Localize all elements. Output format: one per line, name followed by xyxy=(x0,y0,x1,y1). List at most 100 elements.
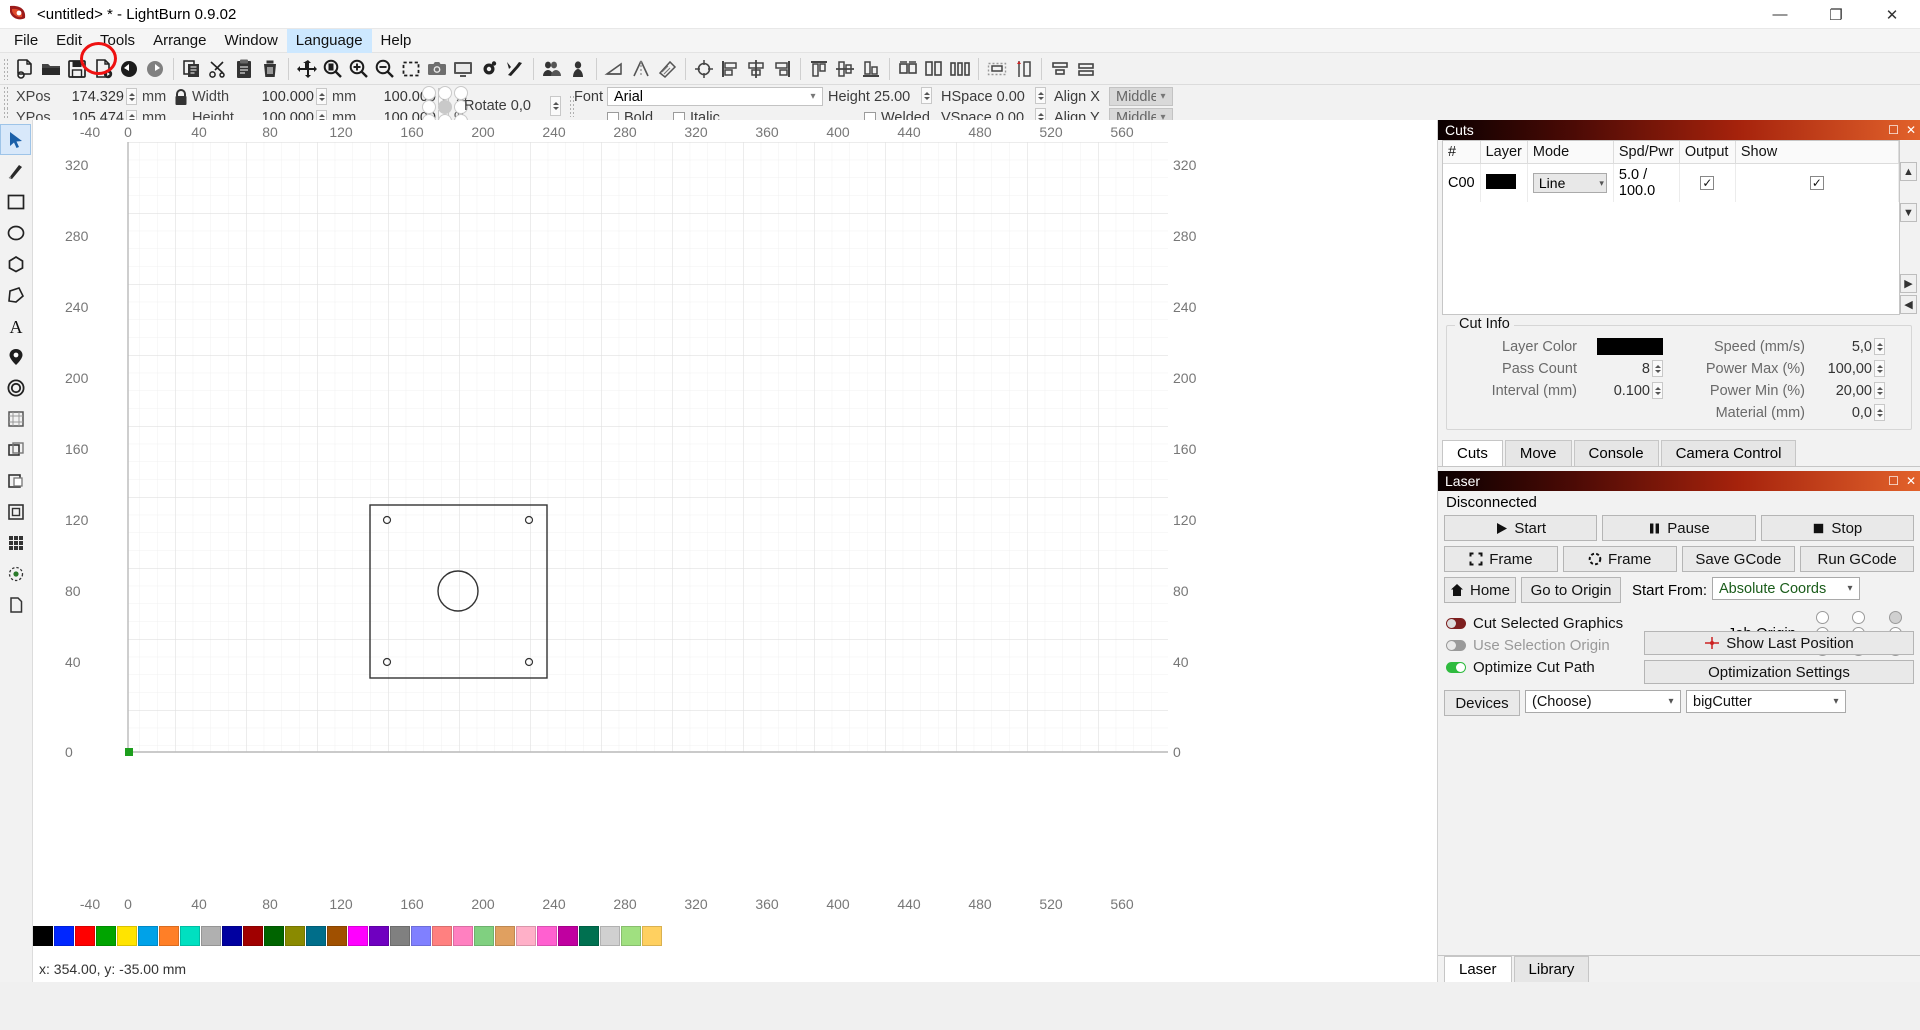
palette-swatch[interactable] xyxy=(222,926,242,946)
rectangle-tool[interactable] xyxy=(0,186,31,217)
row-show[interactable]: ✓ xyxy=(1735,163,1900,202)
palette-swatch[interactable] xyxy=(474,926,494,946)
width-field[interactable]: 100.000 xyxy=(248,89,314,105)
hspace-stepper[interactable] xyxy=(1035,87,1046,104)
palette-swatch[interactable] xyxy=(54,926,74,946)
zoom-to-page-icon[interactable] xyxy=(320,56,346,82)
tab-move[interactable]: Move xyxy=(1504,440,1572,466)
space-evenly-h-icon[interactable] xyxy=(1047,56,1073,82)
redo-icon[interactable] xyxy=(142,56,168,82)
start-from-select[interactable]: Absolute Coords ▾ xyxy=(1712,577,1861,600)
cut-selected-graphics-option[interactable]: Cut Selected Graphics xyxy=(1446,615,1644,632)
run-gcode-button[interactable]: Run GCode xyxy=(1800,546,1914,572)
col-spd-pwr[interactable]: Spd/Pwr xyxy=(1613,141,1680,164)
optimize-cut-path-option[interactable]: Optimize Cut Path xyxy=(1446,659,1644,676)
palette-swatch[interactable] xyxy=(558,926,578,946)
boolean-union-tool[interactable] xyxy=(0,434,31,465)
toolbar-grip[interactable] xyxy=(3,57,9,80)
col-show[interactable]: Show xyxy=(1735,141,1900,164)
col-layer[interactable]: Layer xyxy=(1480,141,1528,164)
save-icon[interactable] xyxy=(64,56,90,82)
align-hcenter-icon[interactable] xyxy=(743,56,769,82)
palette-swatch[interactable] xyxy=(537,926,557,946)
power-min-value-wrap[interactable]: 20,00 xyxy=(1813,382,1885,399)
camera-icon[interactable] xyxy=(424,56,450,82)
palette-swatch[interactable] xyxy=(264,926,284,946)
select-tool[interactable] xyxy=(0,124,31,155)
anchor-tl[interactable] xyxy=(422,86,436,100)
zoom-selection-icon[interactable] xyxy=(398,56,424,82)
xpos-stepper[interactable] xyxy=(126,88,137,105)
palette-swatch[interactable] xyxy=(495,926,515,946)
row-mode[interactable]: Line ▾ xyxy=(1527,163,1614,202)
boolean-subtract-tool[interactable] xyxy=(0,465,31,496)
row-layer-color[interactable] xyxy=(1480,163,1528,202)
close-icon[interactable]: ✕ xyxy=(1906,475,1916,487)
settings-gear-icon[interactable] xyxy=(476,56,502,82)
cuts-list[interactable]: # Layer Mode Spd/Pwr Output Show C00 Lin… xyxy=(1442,140,1900,315)
rotate-stepper[interactable] xyxy=(550,96,561,116)
pass-count-value-wrap[interactable]: 8 xyxy=(1585,360,1663,377)
width-stepper[interactable] xyxy=(316,88,327,105)
palette-swatch[interactable] xyxy=(621,926,641,946)
canvas-area[interactable]: -40 0 40 80 120 160 200 240 280 320 360 … xyxy=(33,120,1437,982)
frame-square-button[interactable]: Frame xyxy=(1444,546,1558,572)
palette-swatch[interactable] xyxy=(432,926,452,946)
palette-swatch[interactable] xyxy=(33,926,53,946)
close-button[interactable]: ✕ xyxy=(1864,0,1920,29)
align-center-icon[interactable] xyxy=(691,56,717,82)
align-top-icon[interactable] xyxy=(806,56,832,82)
palette-swatch[interactable] xyxy=(390,926,410,946)
choose-select[interactable]: (Choose) ▾ xyxy=(1525,690,1681,713)
menu-language[interactable]: Language xyxy=(286,28,372,53)
make-same-width-icon[interactable] xyxy=(895,56,921,82)
menu-file[interactable]: File xyxy=(5,29,47,53)
float-panel-icon[interactable]: ☐ xyxy=(1888,475,1899,487)
ungroup-icon[interactable] xyxy=(565,56,591,82)
float-panel-icon[interactable]: ☐ xyxy=(1888,124,1899,136)
tab-camera-control[interactable]: Camera Control xyxy=(1660,440,1797,466)
center-page-v-icon[interactable] xyxy=(1010,56,1036,82)
optimization-settings-button[interactable]: Optimization Settings xyxy=(1644,660,1914,684)
anchor-ml[interactable] xyxy=(422,100,436,114)
undo-icon[interactable] xyxy=(116,56,142,82)
maximize-button[interactable]: ❐ xyxy=(1808,0,1864,29)
center-page-h-icon[interactable] xyxy=(984,56,1010,82)
row-output[interactable]: ✓ xyxy=(1679,163,1736,202)
move-layer-right-button[interactable]: ▶ xyxy=(1900,274,1917,293)
make-same-height-icon[interactable] xyxy=(921,56,947,82)
padlock-icon[interactable] xyxy=(170,86,192,108)
import-export-icon[interactable] xyxy=(90,56,116,82)
mode-select[interactable]: Line ▾ xyxy=(1532,173,1607,193)
palette-swatch[interactable] xyxy=(600,926,620,946)
device-settings-icon[interactable] xyxy=(502,56,528,82)
power-max-stepper[interactable] xyxy=(1874,360,1885,377)
flip-vertical-icon[interactable] xyxy=(628,56,654,82)
home-button[interactable]: Home xyxy=(1444,577,1516,603)
palette-swatch[interactable] xyxy=(642,926,662,946)
palette-swatch[interactable] xyxy=(453,926,473,946)
align-left-icon[interactable] xyxy=(717,56,743,82)
preview-icon[interactable] xyxy=(450,56,476,82)
polygon-tool[interactable] xyxy=(0,248,31,279)
optimize-cut-path-toggle[interactable] xyxy=(1446,662,1466,673)
scroll-down-button[interactable]: ▼ xyxy=(1900,203,1917,222)
boolean-intersect-tool[interactable] xyxy=(0,496,31,527)
distribute-h-icon[interactable] xyxy=(947,56,973,82)
palette-swatch[interactable] xyxy=(201,926,221,946)
ellipse-tool[interactable] xyxy=(0,217,31,248)
boolean-weld-tool[interactable] xyxy=(0,403,31,434)
palette-swatch[interactable] xyxy=(75,926,95,946)
xpos-field[interactable]: 174.329 xyxy=(58,89,124,105)
palette-swatch[interactable] xyxy=(306,926,326,946)
pass-count-stepper[interactable] xyxy=(1652,360,1663,377)
drawing-canvas[interactable]: 320 280 240 200 160 120 80 40 0 320 280 … xyxy=(33,142,1437,892)
zoom-out-icon[interactable] xyxy=(372,56,398,82)
font-select[interactable]: Arial ▾ xyxy=(607,87,823,106)
palette-swatch[interactable] xyxy=(180,926,200,946)
show-checkbox[interactable]: ✓ xyxy=(1809,176,1824,190)
palette-swatch[interactable] xyxy=(285,926,305,946)
menu-edit[interactable]: Edit xyxy=(47,29,91,53)
tab-console[interactable]: Console xyxy=(1573,440,1659,466)
anchor-tc[interactable] xyxy=(438,86,452,100)
